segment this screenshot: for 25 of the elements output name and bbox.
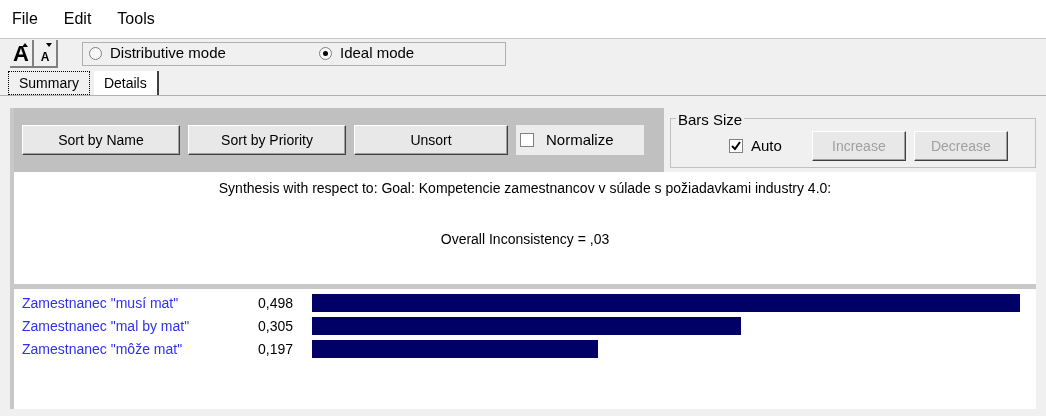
radio-button[interactable] xyxy=(319,47,332,60)
menu-item[interactable]: Tools xyxy=(117,7,155,31)
mode-label: Distributive mode xyxy=(110,43,226,64)
increase-font-button[interactable]: A xyxy=(10,39,34,68)
result-value: 0,498 xyxy=(258,293,295,313)
tab[interactable]: Summary xyxy=(8,71,90,95)
result-name: Zamestnanec "musí mat" xyxy=(21,293,180,313)
inconsistency-text: Overall Inconsistency = ,03 xyxy=(440,230,610,249)
tab[interactable]: Details xyxy=(93,71,159,95)
radio-button[interactable] xyxy=(89,47,102,60)
result-name: Zamestnanec "môže mat" xyxy=(21,339,184,359)
auto-checkbox[interactable]: Auto xyxy=(729,134,782,158)
sort-button[interactable]: Unsort xyxy=(354,125,508,155)
synthesis-text: Synthesis with respect to: Goal: Kompetencie zamestnancov v súlade s požiadavkami industry 4.0: xyxy=(218,179,832,198)
sort-button[interactable]: Sort by Priority xyxy=(188,125,346,155)
decrease-font-button[interactable]: A xyxy=(34,39,58,68)
sort-button[interactable]: Sort by Name xyxy=(22,125,180,155)
menu-item[interactable]: Edit xyxy=(63,7,92,31)
result-value: 0,197 xyxy=(258,339,295,359)
result-name: Zamestnanec "mal by mat" xyxy=(21,316,191,336)
menu-item[interactable]: File xyxy=(12,7,38,31)
result-value: 0,305 xyxy=(258,316,295,336)
mode-label: Ideal mode xyxy=(340,43,415,64)
check-icon xyxy=(731,141,741,151)
normalize-checkbox[interactable]: Normalize xyxy=(516,125,644,155)
